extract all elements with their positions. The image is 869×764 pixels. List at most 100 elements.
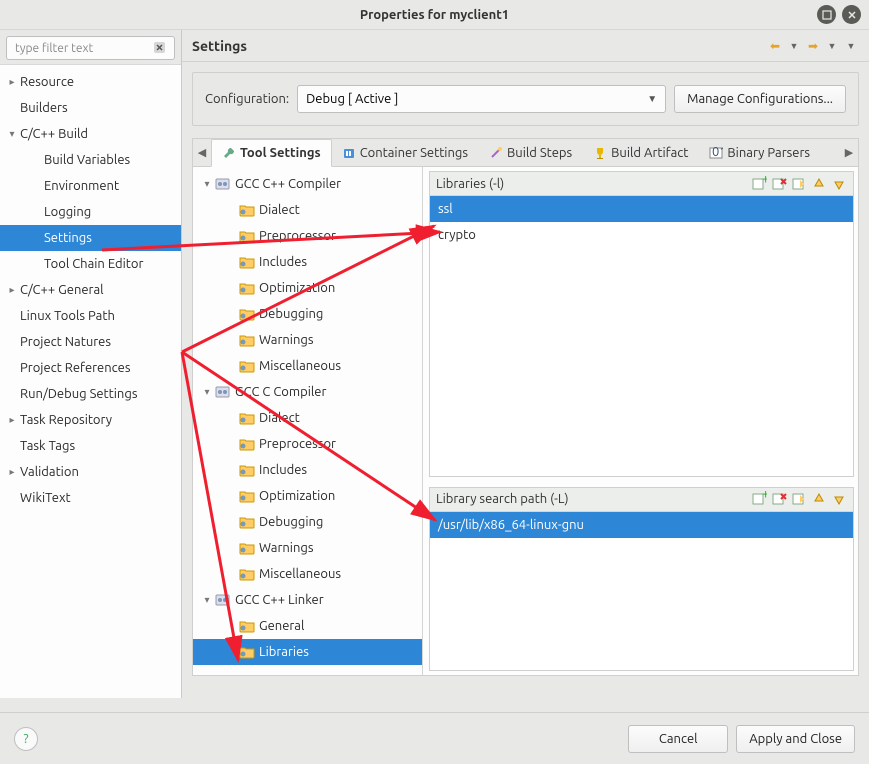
add-icon[interactable]: + xyxy=(751,491,767,507)
sidebar-item-c-c-general[interactable]: ▸C/C++ General xyxy=(0,277,181,303)
sidebar-item-wikitext[interactable]: WikiText xyxy=(0,485,181,511)
sidebar-item-label: Environment xyxy=(44,179,119,193)
sidebar-item-resource[interactable]: ▸Resource xyxy=(0,69,181,95)
sidebar-item-builders[interactable]: Builders xyxy=(0,95,181,121)
sidebar-item-c-c-build[interactable]: ▾C/C++ Build xyxy=(0,121,181,147)
svg-text:+: + xyxy=(762,491,767,501)
settings-tree-debugging[interactable]: Debugging xyxy=(193,509,422,535)
tab-binary-parsers[interactable]: 010Binary Parsers xyxy=(699,139,821,167)
settings-tree-label: Optimization xyxy=(259,281,335,295)
add-icon[interactable]: + xyxy=(751,176,767,192)
delete-icon[interactable] xyxy=(771,491,787,507)
sidebar-item-environment[interactable]: Environment xyxy=(0,173,181,199)
nav-forward-icon[interactable]: ➡ xyxy=(805,38,821,54)
list-item[interactable]: /usr/lib/x86_64-linux-gnu xyxy=(430,512,853,538)
settings-tree-gcc-c-compiler[interactable]: ▾GCC C++ Compiler xyxy=(193,171,422,197)
minimize-button[interactable] xyxy=(817,5,836,24)
tab-build-artifact[interactable]: Build Artifact xyxy=(583,139,699,167)
settings-tree-optimization[interactable]: Optimization xyxy=(193,483,422,509)
move-up-icon[interactable] xyxy=(811,491,827,507)
clear-filter-icon[interactable] xyxy=(154,40,169,55)
window-title: Properties for myclient1 xyxy=(360,8,509,22)
settings-tree-dialect[interactable]: Dialect xyxy=(193,197,422,223)
dialog-button-bar: ? Cancel Apply and Close xyxy=(0,712,869,764)
folder-icon xyxy=(239,567,255,581)
nav-forward-menu-icon[interactable]: ▼ xyxy=(824,38,840,54)
expand-icon: ▸ xyxy=(6,414,18,426)
settings-tree-label: General xyxy=(259,619,304,633)
manage-configurations-button[interactable]: Manage Configurations... xyxy=(674,85,846,113)
container-icon xyxy=(342,146,356,160)
settings-tree-optimization[interactable]: Optimization xyxy=(193,275,422,301)
wrench-icon xyxy=(222,146,236,160)
settings-tree-label: Miscellaneous xyxy=(259,567,341,581)
settings-tree-gcc-c-compiler[interactable]: ▾GCC C Compiler xyxy=(193,379,422,405)
edit-icon[interactable] xyxy=(791,491,807,507)
sidebar-item-tool-chain-editor[interactable]: Tool Chain Editor xyxy=(0,251,181,277)
tab-tool-settings[interactable]: Tool Settings xyxy=(211,139,332,167)
settings-tree-preprocessor[interactable]: Preprocessor xyxy=(193,223,422,249)
close-button[interactable] xyxy=(842,5,861,24)
sidebar-item-build-variables[interactable]: Build Variables xyxy=(0,147,181,173)
sidebar-item-linux-tools-path[interactable]: Linux Tools Path xyxy=(0,303,181,329)
libraries-list[interactable]: sslcrypto xyxy=(430,196,853,476)
apply-and-close-button[interactable]: Apply and Close xyxy=(736,725,855,753)
move-down-icon[interactable] xyxy=(831,491,847,507)
filter-input[interactable] xyxy=(6,36,175,60)
library-search-path-list[interactable]: /usr/lib/x86_64-linux-gnu xyxy=(430,512,853,670)
library-search-path-panel: Library search path (-L) + /usr/lib/x86_… xyxy=(429,487,854,671)
settings-tree-label: Libraries xyxy=(259,645,309,659)
libraries-panel: Libraries (-l) + sslcrypto xyxy=(429,171,854,477)
settings-tree-label: Optimization xyxy=(259,489,335,503)
tab-label: Binary Parsers xyxy=(727,146,810,160)
settings-tree-includes[interactable]: Includes xyxy=(193,457,422,483)
tool-icon xyxy=(215,385,231,399)
nav-dropdown-icon[interactable]: ▼ xyxy=(843,38,859,54)
sidebar-item-project-references[interactable]: Project References xyxy=(0,355,181,381)
settings-tree-label: Includes xyxy=(259,463,307,477)
tab-label: Build Steps xyxy=(507,146,572,160)
settings-tree-general[interactable]: General xyxy=(193,613,422,639)
sidebar-item-label: C/C++ Build xyxy=(20,127,88,141)
nav-back-icon[interactable]: ⬅ xyxy=(767,38,783,54)
settings-tree-debugging[interactable]: Debugging xyxy=(193,301,422,327)
settings-tree-warnings[interactable]: Warnings xyxy=(193,327,422,353)
sidebar-item-validation[interactable]: ▸Validation xyxy=(0,459,181,485)
sidebar-item-task-tags[interactable]: Task Tags xyxy=(0,433,181,459)
configuration-select[interactable]: Debug [ Active ] ▼ xyxy=(297,85,666,113)
tool-icon xyxy=(215,593,231,607)
nav-back-menu-icon[interactable]: ▼ xyxy=(786,38,802,54)
tab-container-settings[interactable]: Container Settings xyxy=(332,139,479,167)
move-down-icon[interactable] xyxy=(831,176,847,192)
folder-icon xyxy=(239,463,255,477)
tabs-scroll-left[interactable]: ◀ xyxy=(193,146,211,159)
list-item[interactable]: ssl xyxy=(430,196,853,222)
page-title: Settings xyxy=(192,38,767,54)
settings-tree-includes[interactable]: Includes xyxy=(193,249,422,275)
folder-icon xyxy=(239,619,255,633)
settings-tree-gcc-c-linker[interactable]: ▾GCC C++ Linker xyxy=(193,587,422,613)
settings-tree-miscellaneous[interactable]: Miscellaneous xyxy=(193,561,422,587)
settings-tree-preprocessor[interactable]: Preprocessor xyxy=(193,431,422,457)
sidebar-item-project-natures[interactable]: Project Natures xyxy=(0,329,181,355)
expand-icon: ▸ xyxy=(6,466,18,478)
settings-tree-libraries[interactable]: Libraries xyxy=(193,639,422,665)
sidebar-item-task-repository[interactable]: ▸Task Repository xyxy=(0,407,181,433)
list-item[interactable]: crypto xyxy=(430,222,853,248)
sidebar-item-settings[interactable]: Settings xyxy=(0,225,181,251)
tabs-row: ◀ Tool SettingsContainer Settings Build S… xyxy=(193,139,858,167)
sidebar-item-run-debug-settings[interactable]: Run/Debug Settings xyxy=(0,381,181,407)
edit-icon[interactable] xyxy=(791,176,807,192)
tool-icon xyxy=(215,177,231,191)
settings-tree-warnings[interactable]: Warnings xyxy=(193,535,422,561)
tabs-scroll-right[interactable]: ▶ xyxy=(840,146,858,159)
help-button[interactable]: ? xyxy=(14,727,38,751)
delete-icon[interactable] xyxy=(771,176,787,192)
settings-tree-miscellaneous[interactable]: Miscellaneous xyxy=(193,353,422,379)
settings-tree-dialect[interactable]: Dialect xyxy=(193,405,422,431)
tab-build-steps[interactable]: Build Steps xyxy=(479,139,583,167)
cancel-button[interactable]: Cancel xyxy=(628,725,728,753)
expand-icon: ▾ xyxy=(201,594,213,606)
move-up-icon[interactable] xyxy=(811,176,827,192)
sidebar-item-logging[interactable]: Logging xyxy=(0,199,181,225)
